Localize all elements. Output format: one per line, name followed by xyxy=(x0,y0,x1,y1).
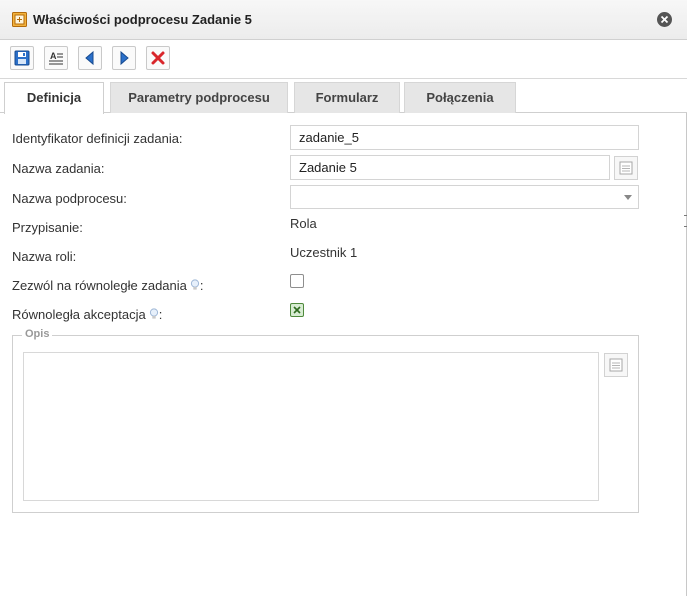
allow-parallel-colon: : xyxy=(199,278,204,293)
description-legend: Opis xyxy=(22,328,53,340)
parallel-acceptance-checkbox[interactable] xyxy=(290,303,304,317)
parallel-acceptance-label: Równoległa akceptacja: xyxy=(12,307,162,323)
delete-icon xyxy=(151,51,165,65)
task-definition-id-input[interactable] xyxy=(290,125,639,150)
check-x-icon xyxy=(293,306,301,314)
role-name-label: Nazwa roli: xyxy=(12,249,77,264)
chevron-down-icon xyxy=(624,195,632,200)
description-translate-button[interactable] xyxy=(604,353,628,377)
tab-formularz[interactable]: Formularz xyxy=(294,82,400,113)
role-name-value: Uczestnik 1 xyxy=(290,245,358,260)
allow-parallel-checkbox[interactable] xyxy=(290,274,304,288)
lightbulb-icon[interactable] xyxy=(190,279,200,294)
task-name-translate-button[interactable] xyxy=(614,156,638,180)
allow-parallel-text: Zezwól na równoległe zadania xyxy=(12,278,187,293)
save-button[interactable] xyxy=(10,46,34,70)
dialog-title: Właściwości podprocesu Zadanie 5 xyxy=(33,12,252,27)
task-name-input[interactable] xyxy=(290,155,610,180)
tab-polaczenia[interactable]: Połączenia xyxy=(404,82,516,113)
next-button[interactable] xyxy=(112,46,136,70)
assignment-value: Rola xyxy=(290,216,317,231)
assignment-label: Przypisanie: xyxy=(12,220,83,235)
format-text-button[interactable]: A xyxy=(44,46,68,70)
arrow-right-icon xyxy=(120,50,129,66)
svg-text:A: A xyxy=(50,51,57,61)
subprocess-name-select[interactable] xyxy=(290,185,639,209)
dialog-titlebar[interactable]: Właściwości podprocesu Zadanie 5 xyxy=(0,0,687,40)
document-icon xyxy=(609,358,623,372)
task-definition-id-label: Identyfikator definicji zadania: xyxy=(12,131,183,146)
toolbar: A xyxy=(0,40,687,79)
tab-parametry-podprocesu[interactable]: Parametry podprocesu xyxy=(110,82,288,113)
parallel-acceptance-colon: : xyxy=(158,307,163,322)
parallel-acceptance-text: Równoległa akceptacja xyxy=(12,307,146,322)
subprocess-name-label: Nazwa podprocesu: xyxy=(12,191,127,206)
allow-parallel-label: Zezwól na równoległe zadania: xyxy=(12,278,204,294)
task-name-label: Nazwa zadania: xyxy=(12,161,105,176)
tab-bar: Definicja Parametry podprocesu Formularz… xyxy=(0,79,687,114)
format-text-icon: A xyxy=(49,51,63,65)
subprocess-icon xyxy=(12,12,27,27)
delete-button[interactable] xyxy=(146,46,170,70)
tab-definicja[interactable]: Definicja xyxy=(4,82,104,114)
document-icon xyxy=(619,161,633,175)
previous-button[interactable] xyxy=(78,46,102,70)
description-textarea[interactable] xyxy=(23,352,599,501)
lightbulb-icon[interactable] xyxy=(149,308,159,323)
arrow-left-icon xyxy=(85,50,94,66)
close-icon[interactable] xyxy=(657,12,672,27)
properties-dialog: Właściwości podprocesu Zadanie 5 A Defin… xyxy=(0,0,687,596)
save-icon xyxy=(14,50,30,66)
